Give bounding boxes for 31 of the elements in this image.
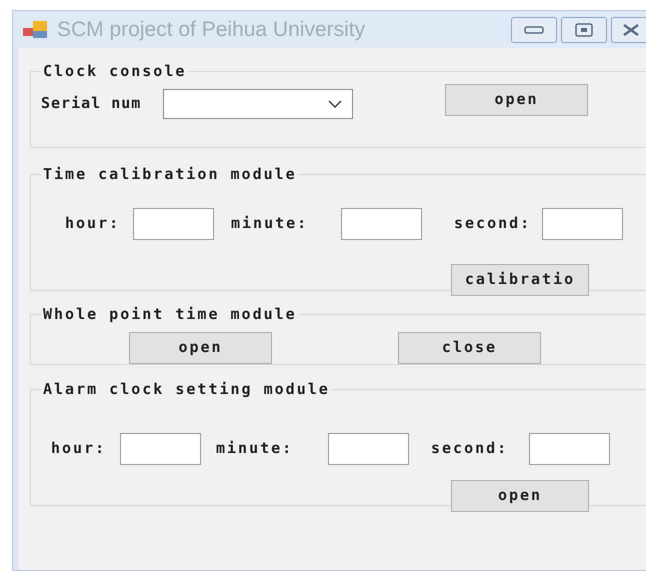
maximize-button[interactable] <box>561 16 607 42</box>
field-label: hour: <box>51 438 108 460</box>
push-button[interactable]: open <box>451 480 589 512</box>
minimize-button[interactable] <box>511 16 557 42</box>
field-label: hour: <box>65 213 122 234</box>
field-label: second: <box>431 438 510 460</box>
close-button[interactable] <box>611 16 646 42</box>
input-field[interactable] <box>328 432 409 464</box>
group-title: Whole point time module <box>42 304 298 325</box>
input-field[interactable] <box>542 208 623 240</box>
chevron-down-icon <box>328 100 342 108</box>
input-field[interactable] <box>120 432 201 464</box>
input-field[interactable] <box>341 208 422 240</box>
group-title: Clock console <box>42 61 188 82</box>
input-field[interactable] <box>133 208 214 240</box>
push-button[interactable]: open <box>129 332 272 364</box>
input-field[interactable] <box>529 432 610 464</box>
field-label: minute: <box>231 213 310 234</box>
push-button[interactable]: close <box>398 332 541 364</box>
field-label: minute: <box>216 438 294 460</box>
window-title: SCM project of Peihua University <box>57 16 366 43</box>
maximize-icon <box>575 22 593 36</box>
dropdown-field[interactable] <box>163 88 353 118</box>
push-button[interactable]: open <box>445 84 588 116</box>
field-label: Serial num <box>41 93 142 114</box>
group-title: Time calibration module <box>42 164 298 185</box>
group-title: Alarm clock setting module <box>42 379 331 400</box>
minimize-icon <box>524 24 544 34</box>
field-label: second: <box>454 213 532 234</box>
close-icon <box>622 22 640 36</box>
push-button[interactable]: calibratio <box>451 264 589 296</box>
